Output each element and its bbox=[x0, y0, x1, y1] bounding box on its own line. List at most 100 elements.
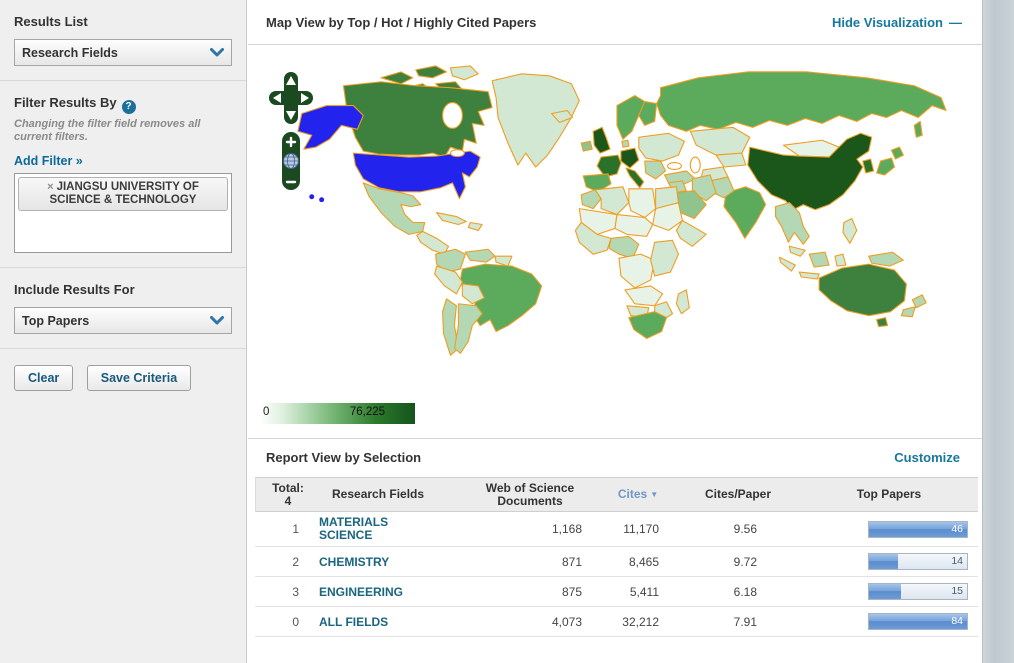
row-cites: 32,212 bbox=[599, 615, 675, 629]
row-rank: 1 bbox=[255, 522, 319, 536]
active-filters-box: ×JIANGSU UNIVERSITY OF SCIENCE & TECHNOL… bbox=[14, 173, 232, 253]
region-central-asia[interactable] bbox=[716, 153, 746, 167]
top-papers-bar[interactable]: 84 bbox=[868, 613, 968, 630]
results-list-select[interactable]: Research Fields bbox=[14, 39, 232, 66]
region-new-guinea[interactable] bbox=[869, 252, 904, 266]
country-canada[interactable] bbox=[343, 82, 492, 157]
hide-visualization-link[interactable]: Hide Visualization— bbox=[832, 15, 982, 30]
results-list-selected-value: Research Fields bbox=[22, 46, 118, 60]
region-eastern-europe[interactable] bbox=[639, 133, 685, 161]
region-angola-zambia[interactable] bbox=[625, 286, 663, 306]
region-arctic-islands[interactable] bbox=[416, 66, 447, 78]
region-niger-chad[interactable] bbox=[615, 215, 653, 237]
row-cites: 11,170 bbox=[599, 522, 675, 536]
country-new-zealand[interactable] bbox=[901, 307, 915, 317]
table-row: 1MATERIALS SCIENCE1,16811,1709.5646 bbox=[255, 512, 978, 547]
page-scrollbar[interactable] bbox=[982, 0, 1014, 663]
country-greenland[interactable] bbox=[492, 74, 579, 167]
row-field: ENGINEERING bbox=[319, 581, 459, 603]
country-peru[interactable] bbox=[435, 266, 463, 294]
research-field-link[interactable]: ALL FIELDS bbox=[319, 616, 388, 629]
top-papers-bar[interactable]: 14 bbox=[868, 553, 968, 570]
research-field-link[interactable]: ENGINEERING bbox=[319, 586, 403, 599]
country-denmark[interactable] bbox=[622, 140, 629, 147]
row-cites: 8,465 bbox=[599, 555, 675, 569]
country-kazakhstan[interactable] bbox=[690, 127, 749, 155]
country-ireland[interactable] bbox=[581, 141, 592, 151]
country-italy[interactable] bbox=[626, 168, 644, 188]
country-japan[interactable] bbox=[891, 147, 903, 159]
country-france[interactable] bbox=[597, 155, 621, 177]
country-usa-hawaii[interactable] bbox=[319, 197, 324, 202]
row-cites-per-paper: 7.91 bbox=[675, 615, 799, 629]
top-papers-value: 46 bbox=[951, 523, 963, 535]
country-new-zealand[interactable] bbox=[912, 295, 926, 308]
region-indochina[interactable] bbox=[776, 203, 810, 245]
country-malaysia[interactable] bbox=[789, 246, 805, 256]
country-venezuela[interactable] bbox=[465, 249, 495, 262]
row-rank: 3 bbox=[255, 585, 319, 599]
country-south-korea[interactable] bbox=[863, 159, 874, 173]
country-cuba[interactable] bbox=[437, 213, 467, 225]
top-papers-bar[interactable]: 15 bbox=[868, 583, 968, 600]
include-results-heading: Include Results For bbox=[14, 282, 232, 297]
col-cites-per-paper: Cites/Paper bbox=[676, 485, 800, 504]
country-australia[interactable] bbox=[819, 264, 906, 316]
help-icon[interactable]: ? bbox=[122, 100, 136, 114]
country-russia[interactable] bbox=[657, 72, 946, 131]
country-uk[interactable] bbox=[593, 127, 610, 153]
row-rank: 0 bbox=[255, 615, 319, 629]
top-papers-bar[interactable]: 46 bbox=[868, 521, 968, 538]
table-body: 1MATERIALS SCIENCE1,16811,1709.56462CHEM… bbox=[255, 512, 978, 637]
legend-min-label: 0 bbox=[263, 406, 269, 418]
filter-heading: Filter Results By? bbox=[14, 95, 232, 114]
map-view-title: Map View by Top / Hot / Highly Cited Pap… bbox=[248, 15, 536, 30]
col-research-fields: Research Fields bbox=[320, 485, 460, 504]
country-india[interactable] bbox=[724, 187, 766, 239]
country-japan[interactable] bbox=[877, 158, 895, 175]
region-caribbean[interactable] bbox=[468, 222, 482, 230]
row-cites-per-paper: 9.56 bbox=[675, 522, 799, 536]
row-top-papers-cell: 15 bbox=[799, 583, 978, 600]
top-papers-bar-fill bbox=[869, 554, 898, 569]
save-criteria-button[interactable]: Save Criteria bbox=[87, 365, 191, 391]
col-cites-sort[interactable]: Cites▼ bbox=[600, 485, 676, 504]
row-top-papers-cell: 14 bbox=[799, 553, 978, 570]
sidebar: Results List Research Fields Filter Resu… bbox=[0, 0, 247, 663]
region-sumatra[interactable] bbox=[780, 257, 796, 271]
customize-link[interactable]: Customize bbox=[894, 450, 982, 465]
legend-max-label: 76,225 bbox=[350, 406, 385, 418]
main-panel: Map View by Top / Hot / Highly Cited Pap… bbox=[248, 0, 982, 663]
region-java[interactable] bbox=[799, 272, 819, 279]
region-borneo[interactable] bbox=[809, 252, 829, 267]
include-results-select[interactable]: Top Papers bbox=[14, 307, 232, 334]
hudson-bay bbox=[443, 103, 463, 129]
region-tasmania[interactable] bbox=[877, 318, 888, 327]
criteria-buttons: Clear Save Criteria bbox=[0, 349, 246, 405]
region-sakhalin[interactable] bbox=[914, 121, 922, 137]
region-sulawesi[interactable] bbox=[835, 254, 846, 266]
clear-button[interactable]: Clear bbox=[14, 365, 73, 391]
region-balkans[interactable] bbox=[645, 161, 666, 179]
country-mongolia[interactable] bbox=[783, 140, 838, 157]
remove-filter-icon[interactable]: × bbox=[47, 181, 53, 193]
great-lakes bbox=[450, 150, 464, 157]
add-filter-link[interactable]: Add Filter » bbox=[14, 154, 83, 168]
region-central-america[interactable] bbox=[417, 231, 449, 254]
country-madagascar[interactable] bbox=[676, 290, 689, 314]
research-field-link[interactable]: MATERIALS SCIENCE bbox=[319, 516, 429, 542]
row-cites: 5,411 bbox=[599, 585, 675, 599]
country-germany[interactable] bbox=[621, 148, 639, 168]
region-congo[interactable] bbox=[619, 254, 655, 288]
caspian-sea bbox=[690, 157, 700, 173]
country-philippines[interactable] bbox=[843, 219, 857, 244]
region-arctic-islands[interactable] bbox=[450, 66, 478, 80]
top-papers-bar-fill bbox=[869, 584, 901, 599]
filter-chip[interactable]: ×JIANGSU UNIVERSITY OF SCIENCE & TECHNOL… bbox=[18, 177, 228, 211]
region-east-africa[interactable] bbox=[651, 240, 679, 276]
research-field-link[interactable]: CHEMISTRY bbox=[319, 556, 389, 569]
country-libya[interactable] bbox=[629, 189, 656, 218]
country-argentina[interactable] bbox=[454, 304, 482, 354]
row-cites-per-paper: 6.18 bbox=[675, 585, 799, 599]
region-horn-of-africa[interactable] bbox=[676, 221, 706, 247]
